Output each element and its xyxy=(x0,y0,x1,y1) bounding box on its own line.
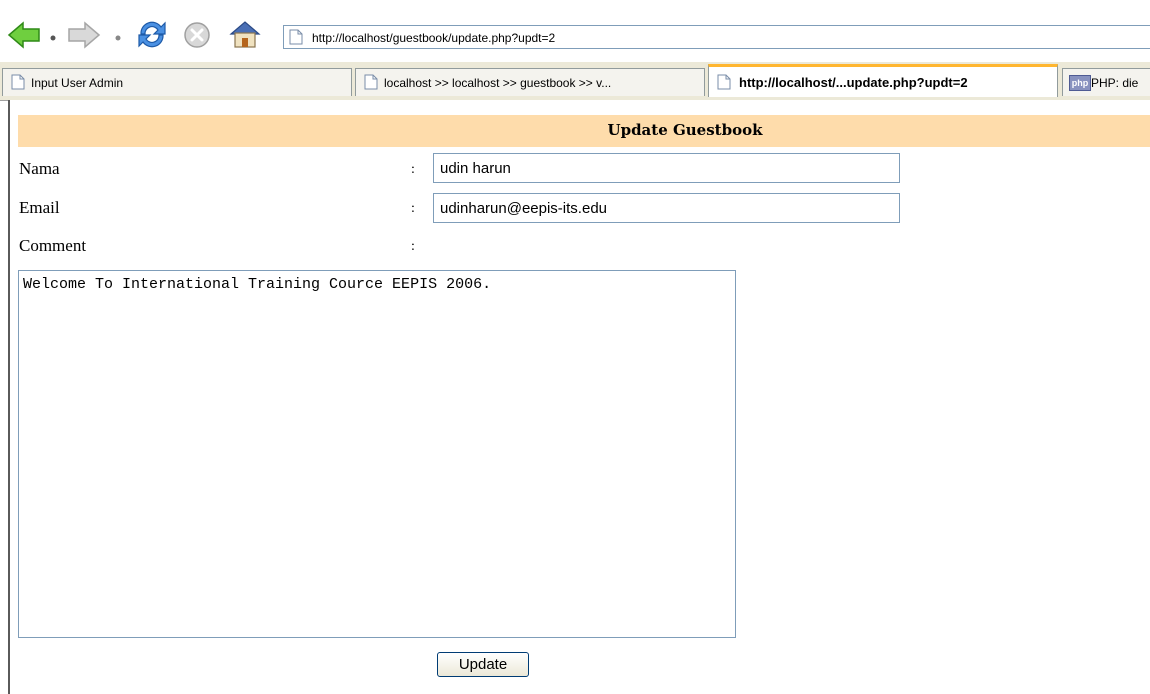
comment-separator: : xyxy=(411,239,415,254)
page-icon xyxy=(364,74,378,90)
nama-input[interactable] xyxy=(433,153,900,183)
tab-php-die[interactable]: php PHP: die xyxy=(1062,68,1150,96)
update-button[interactable]: Update xyxy=(437,652,529,677)
email-input[interactable] xyxy=(433,193,900,223)
tab-strip: Input User Admin localhost >> localhost … xyxy=(0,62,1150,101)
page-icon xyxy=(11,74,25,90)
php-icon: php xyxy=(1069,75,1091,91)
address-bar-url[interactable]: http://localhost/guestbook/update.php?up… xyxy=(312,31,555,45)
page-icon xyxy=(289,29,303,45)
comment-label: Comment xyxy=(19,236,87,255)
back-dropdown-icon[interactable] xyxy=(49,34,57,42)
home-icon[interactable] xyxy=(228,18,262,50)
stop-icon[interactable] xyxy=(182,20,212,50)
forward-icon[interactable] xyxy=(66,20,102,50)
comment-textarea[interactable]: Welcome To International Training Cource… xyxy=(18,270,736,638)
page-icon xyxy=(717,74,731,90)
back-icon[interactable] xyxy=(6,20,42,50)
email-label: Email xyxy=(19,198,60,217)
page-content: Update Guestbook Nama : Email : Comment … xyxy=(8,100,1150,694)
tab-label: PHP: die xyxy=(1091,76,1139,90)
page-title: Update Guestbook xyxy=(607,121,763,139)
tab-label: http://localhost/...update.php?updt=2 xyxy=(739,75,968,90)
address-bar[interactable]: http://localhost/guestbook/update.php?up… xyxy=(283,25,1150,49)
tab-label: localhost >> localhost >> guestbook >> v… xyxy=(384,76,612,90)
nama-label: Nama xyxy=(19,159,60,178)
tab-label: Input User Admin xyxy=(31,76,124,90)
tab-localhost-guestbook[interactable]: localhost >> localhost >> guestbook >> v… xyxy=(355,68,705,96)
forward-dropdown-icon[interactable] xyxy=(114,34,122,42)
nama-separator: : xyxy=(411,162,415,177)
tab-update-php[interactable]: http://localhost/...update.php?updt=2 xyxy=(708,64,1058,97)
email-separator: : xyxy=(411,201,415,216)
tab-input-user-admin[interactable]: Input User Admin xyxy=(2,68,352,96)
navigation-toolbar: http://localhost/guestbook/update.php?up… xyxy=(0,0,1150,60)
title-bar: Update Guestbook xyxy=(18,115,1150,147)
refresh-icon[interactable] xyxy=(135,18,169,50)
